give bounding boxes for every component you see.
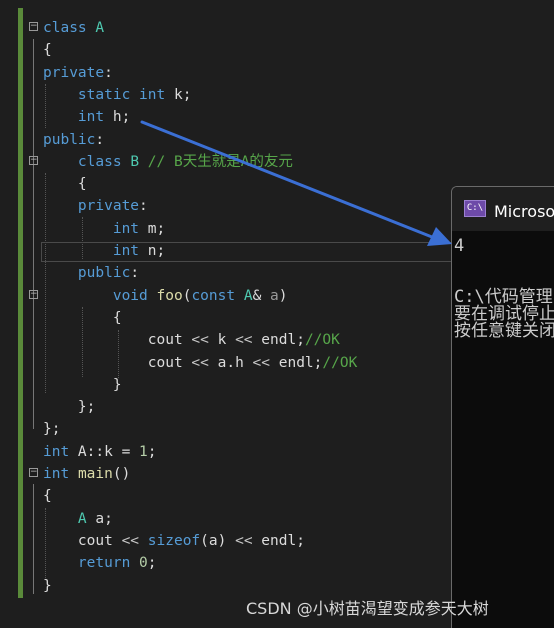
watermark: CSDN @小树苗渴望变成参天大树 — [246, 599, 489, 618]
annotation-arrow-icon — [140, 120, 452, 246]
